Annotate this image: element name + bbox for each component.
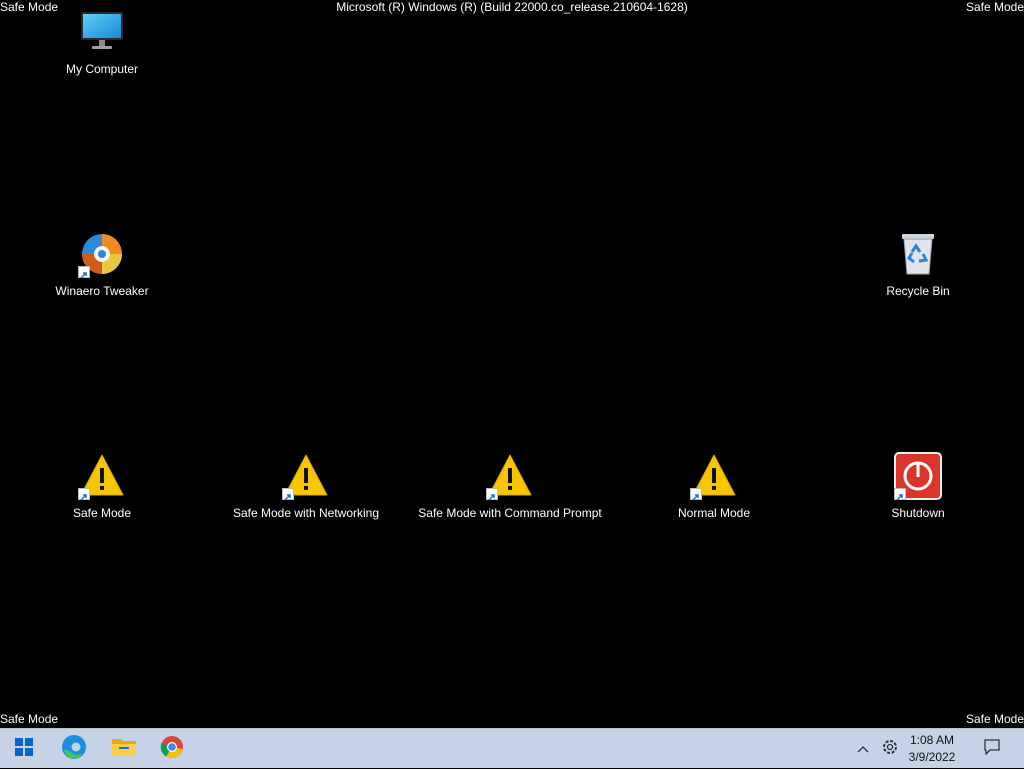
shortcut-arrow-icon: [690, 488, 702, 500]
safe-mode-networking-desktop-icon[interactable]: Safe Mode with Networking: [216, 452, 396, 521]
recycle-bin-icon: [894, 230, 942, 278]
gear-icon: [881, 738, 899, 761]
shutdown-label: Shutdown: [891, 506, 944, 521]
power-icon: [894, 452, 942, 500]
shortcut-arrow-icon: [78, 488, 90, 500]
file-explorer-icon: [111, 736, 137, 763]
my-computer-desktop-icon[interactable]: My Computer: [12, 8, 192, 77]
clock-date: 3/9/2022: [902, 749, 962, 766]
winaero-tweaker-icon: [78, 230, 126, 278]
warning-icon: [486, 452, 534, 500]
my-computer-label: My Computer: [66, 62, 138, 77]
start-icon: [15, 738, 33, 761]
chrome-icon: [160, 735, 184, 764]
safe-mode-cmd-desktop-icon[interactable]: Safe Mode with Command Prompt: [420, 452, 600, 521]
safe-mode-watermark-bottom-left: Safe Mode: [0, 712, 58, 727]
chrome-taskbar-button[interactable]: [150, 729, 194, 769]
settings-tray-button[interactable]: [878, 729, 902, 769]
recycle-bin-desktop-icon[interactable]: Recycle Bin: [828, 230, 1008, 299]
winaero-tweaker-desktop-icon[interactable]: Winaero Tweaker: [12, 230, 192, 299]
chevron-up-icon: [857, 740, 869, 758]
edge-icon: [61, 734, 87, 765]
taskbar: 1:08 AM 3/9/2022: [0, 728, 1024, 768]
recycle-bin-label: Recycle Bin: [886, 284, 949, 299]
safe-mode-watermark-bottom-right: Safe Mode: [966, 712, 1024, 727]
start-button[interactable]: [2, 729, 46, 769]
winaero-tweaker-label: Winaero Tweaker: [55, 284, 148, 299]
shortcut-arrow-icon: [282, 488, 294, 500]
shortcut-arrow-icon: [78, 266, 90, 278]
notification-icon: [983, 738, 1001, 761]
shortcut-arrow-icon: [894, 488, 906, 500]
warning-icon: [690, 452, 738, 500]
normal-mode-label: Normal Mode: [678, 506, 750, 521]
clock-time: 1:08 AM: [902, 732, 962, 749]
safe-mode-cmd-label: Safe Mode with Command Prompt: [418, 506, 601, 521]
safe-mode-label: Safe Mode: [73, 506, 131, 521]
show-hidden-icons-button[interactable]: [852, 729, 874, 769]
safe-mode-networking-label: Safe Mode with Networking: [233, 506, 379, 521]
normal-mode-desktop-icon[interactable]: Normal Mode: [624, 452, 804, 521]
safe-mode-desktop-icon[interactable]: Safe Mode: [12, 452, 192, 521]
file-explorer-taskbar-button[interactable]: [102, 729, 146, 769]
monitor-icon: [78, 8, 126, 56]
shutdown-desktop-icon[interactable]: Shutdown: [828, 452, 1008, 521]
warning-icon: [282, 452, 330, 500]
warning-icon: [78, 452, 126, 500]
desktop: Safe Mode Microsoft (R) Windows (R) (Bui…: [0, 0, 1024, 728]
safe-mode-watermark-top-right: Safe Mode: [966, 0, 1024, 15]
notification-center-button[interactable]: [978, 729, 1006, 769]
shortcut-arrow-icon: [486, 488, 498, 500]
edge-taskbar-button[interactable]: [52, 729, 96, 769]
taskbar-clock[interactable]: 1:08 AM 3/9/2022: [902, 732, 962, 766]
